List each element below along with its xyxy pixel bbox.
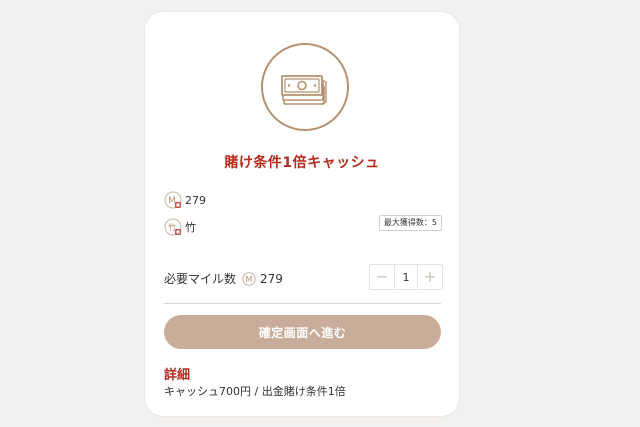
quantity-stepper[interactable]: − 1 + [369,264,443,290]
proceed-to-confirm-button[interactable]: 確定画面へ進む [164,315,441,349]
quantity-value[interactable]: 1 [394,265,418,289]
required-miles-label: 必要マイル数 [164,272,237,286]
cash-stack-icon [261,43,349,131]
mile-icon-small: M [242,271,256,286]
required-miles-value: 279 [260,271,283,286]
rank-icon: 竹 [164,218,182,236]
increment-button[interactable]: + [418,265,442,289]
svg-text:竹: 竹 [168,222,176,232]
rank-label: 竹 [185,221,196,234]
miles-info-row: M 279 [164,191,206,209]
svg-text:M: M [168,196,176,206]
reward-title: 賭け条件1倍キャッシュ [224,155,380,171]
required-miles-row: 必要マイル数 M 279 [164,270,283,287]
details-text: キャッシュ700円 / 出金賭け条件1倍 [164,385,346,398]
max-redeem-badge: 最大獲得数：5 [378,215,442,231]
decrement-button[interactable]: − [370,265,394,289]
divider [164,303,441,304]
details-heading: 詳細 [164,368,191,383]
svg-text:M: M [246,275,253,284]
reward-card: 賭け条件1倍キャッシュ M 279 竹 竹 最大獲得数：5 必要マイル数 M 2… [145,12,459,416]
mile-icon: M [164,191,182,209]
miles-value: 279 [185,193,206,207]
rank-info-row: 竹 竹 [164,218,196,236]
